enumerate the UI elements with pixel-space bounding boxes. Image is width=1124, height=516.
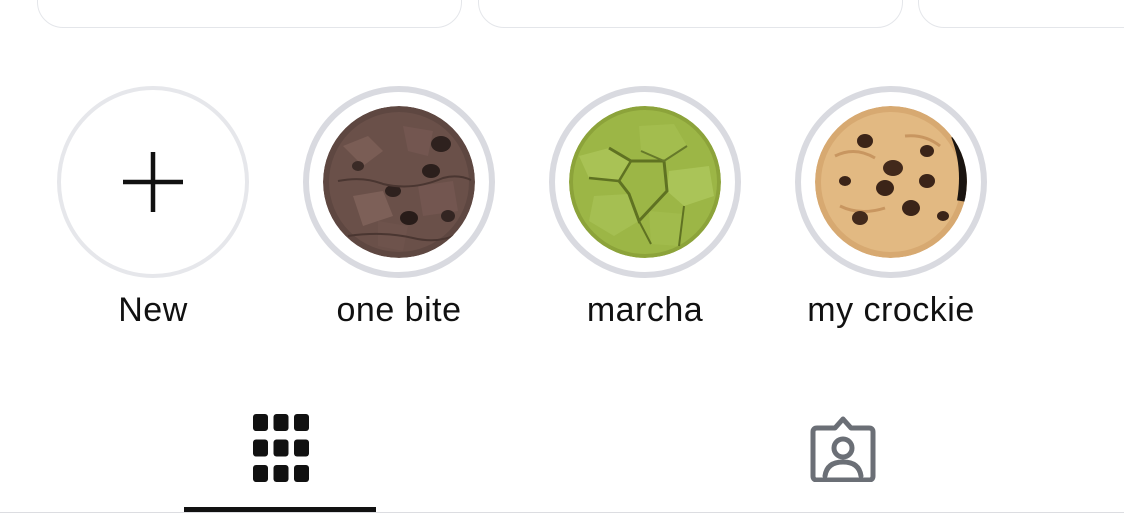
tagged-person-icon — [810, 416, 876, 482]
suggested-card[interactable] — [918, 0, 1124, 28]
matcha-cookie-thumbnail — [569, 106, 721, 258]
chocolate-chip-cookie-thumbnail — [815, 106, 967, 258]
tab-posts-grid[interactable] — [184, 400, 376, 516]
suggested-card[interactable] — [478, 0, 903, 28]
highlight-label: one bite — [336, 291, 462, 329]
highlight-label: New — [118, 291, 188, 329]
grid-icon — [253, 414, 309, 482]
chocolate-cookie-thumbnail — [323, 106, 475, 258]
highlight-my-crockie[interactable]: my crockie — [795, 86, 987, 336]
highlight-label: marcha — [586, 291, 704, 329]
tab-tagged[interactable] — [748, 400, 940, 516]
highlight-marcha[interactable]: marcha — [549, 86, 741, 336]
plus-icon — [123, 152, 183, 212]
highlight-one-bite[interactable]: one bite — [303, 86, 495, 336]
suggested-card[interactable] — [37, 0, 462, 28]
divider — [0, 512, 1124, 513]
highlight-label: my crockie — [807, 291, 975, 329]
new-highlight-button[interactable]: New — [57, 86, 249, 336]
